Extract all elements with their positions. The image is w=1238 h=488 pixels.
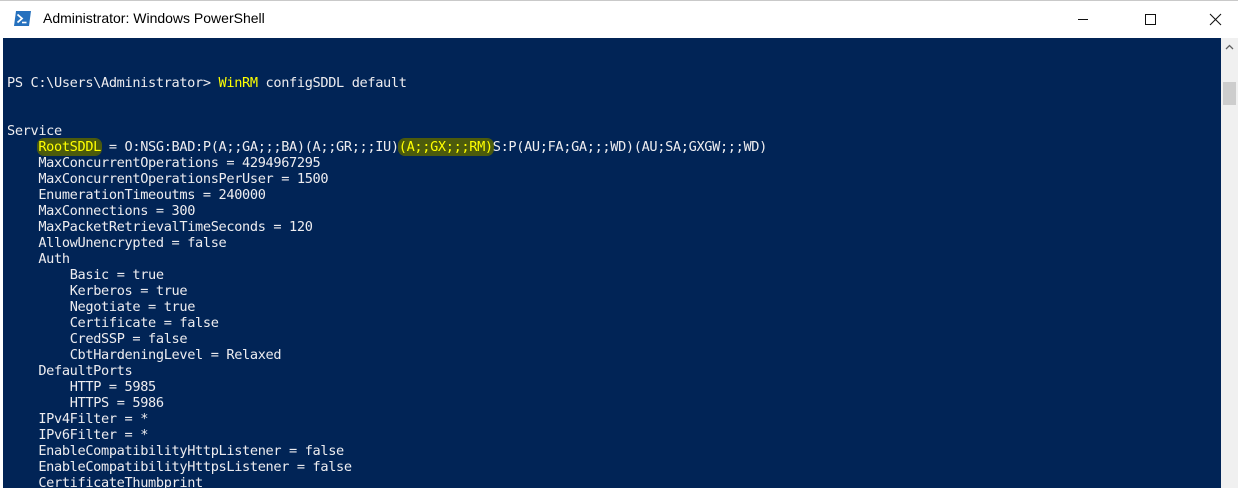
console-line: MaxConcurrentOperationsPerUser = 1500: [7, 171, 767, 187]
line-text: MaxPacketRetrievalTimeSeconds = 120: [38, 219, 313, 235]
line-text: HTTP = 5985: [69, 379, 157, 395]
console-line: IPv6Filter = *: [7, 427, 767, 443]
line-text: Basic = true: [69, 267, 164, 283]
console-line: Basic = true: [7, 267, 767, 283]
powershell-window: Administrator: Windows PowerShell PS C:\…: [0, 0, 1238, 488]
command-args: configSDDL default: [257, 75, 407, 91]
console-line: HTTP = 5985: [7, 379, 767, 395]
console-line: MaxConcurrentOperations = 4294967295: [7, 155, 767, 171]
console-line: IPv4Filter = *: [7, 411, 767, 427]
console-line: Auth: [7, 251, 767, 267]
console-line: MaxPacketRetrievalTimeSeconds = 120: [7, 219, 767, 235]
console-line: Service: [7, 123, 767, 139]
console-line: EnableCompatibilityHttpListener = false: [7, 443, 767, 459]
line-text: DefaultPorts: [38, 363, 133, 379]
line-text: CredSSP = false: [69, 331, 188, 347]
vertical-scrollbar[interactable]: [1221, 38, 1238, 488]
powershell-icon: [14, 11, 31, 26]
window-title: Administrator: Windows PowerShell: [43, 10, 265, 26]
console-line: EnumerationTimeoutms = 240000: [7, 187, 767, 203]
line-text: AllowUnencrypted = false: [38, 235, 227, 251]
line-text: MaxConcurrentOperations = 4294967295: [38, 155, 321, 171]
line-text: CbtHardeningLevel = Relaxed: [69, 347, 282, 363]
line-text: MaxConnections = 300: [38, 203, 196, 219]
highlighted-key: RootSDDL: [38, 139, 102, 155]
scroll-up-button[interactable]: [1221, 38, 1238, 55]
line-text: Negotiate = true: [69, 299, 196, 315]
prompt-line: PS C:\Users\Administrator> WinRM configS…: [7, 75, 767, 91]
console-line: CbtHardeningLevel = Relaxed: [7, 347, 767, 363]
line-text: CertificateThumbprint: [38, 475, 203, 488]
minimize-button[interactable]: [1060, 1, 1106, 37]
line-text: Kerberos = true: [69, 283, 188, 299]
line-text: EnumerationTimeoutms = 240000: [38, 187, 266, 203]
maximize-button[interactable]: [1127, 1, 1173, 37]
prompt: PS C:\Users\Administrator>: [7, 75, 219, 91]
console-line: Negotiate = true: [7, 299, 767, 315]
scroll-thumb[interactable]: [1223, 82, 1236, 105]
console-line: AllowUnencrypted = false: [7, 235, 767, 251]
line-text: S:P(AU;FA;GA;;;WD)(AU;SA;GXGW;;;WD): [492, 139, 768, 155]
console-line: CredSSP = false: [7, 331, 767, 347]
line-text: MaxConcurrentOperationsPerUser = 1500: [38, 171, 329, 187]
command-keyword: WinRM: [218, 75, 259, 91]
console-line: EnableCompatibilityHttpsListener = false: [7, 459, 767, 475]
line-text: HTTPS = 5986: [69, 395, 164, 411]
highlighted-ace: (A;;GX;;;RM): [398, 139, 493, 155]
console-line: HTTPS = 5986: [7, 395, 767, 411]
minimize-icon: [1078, 19, 1088, 20]
close-button[interactable]: [1192, 1, 1238, 37]
chevron-up-icon: [1225, 44, 1234, 49]
line-text: EnableCompatibilityHttpsListener = false: [38, 459, 352, 475]
line-text: Auth: [38, 251, 70, 267]
console-line: RootSDDL = O:NSG:BAD:P(A;;GA;;;BA)(A;;GR…: [7, 139, 767, 155]
line-text: IPv6Filter = *: [38, 427, 149, 443]
console-line: CertificateThumbprint: [7, 475, 767, 488]
line-text: EnableCompatibilityHttpListener = false: [38, 443, 344, 459]
line-text: Service: [7, 123, 62, 139]
close-icon: [1209, 13, 1221, 25]
title-bar[interactable]: Administrator: Windows PowerShell: [0, 0, 1238, 38]
console-line: Certificate = false: [7, 315, 767, 331]
line-text: IPv4Filter = *: [38, 411, 149, 427]
console-output[interactable]: PS C:\Users\Administrator> WinRM configS…: [3, 38, 1221, 488]
line-text: Certificate = false: [69, 315, 219, 331]
maximize-icon: [1145, 14, 1156, 25]
console-line: DefaultPorts: [7, 363, 767, 379]
console-line: MaxConnections = 300: [7, 203, 767, 219]
console-line: Kerberos = true: [7, 283, 767, 299]
line-text: = O:NSG:BAD:P(A;;GA;;;BA)(A;;GR;;;IU): [101, 139, 399, 155]
